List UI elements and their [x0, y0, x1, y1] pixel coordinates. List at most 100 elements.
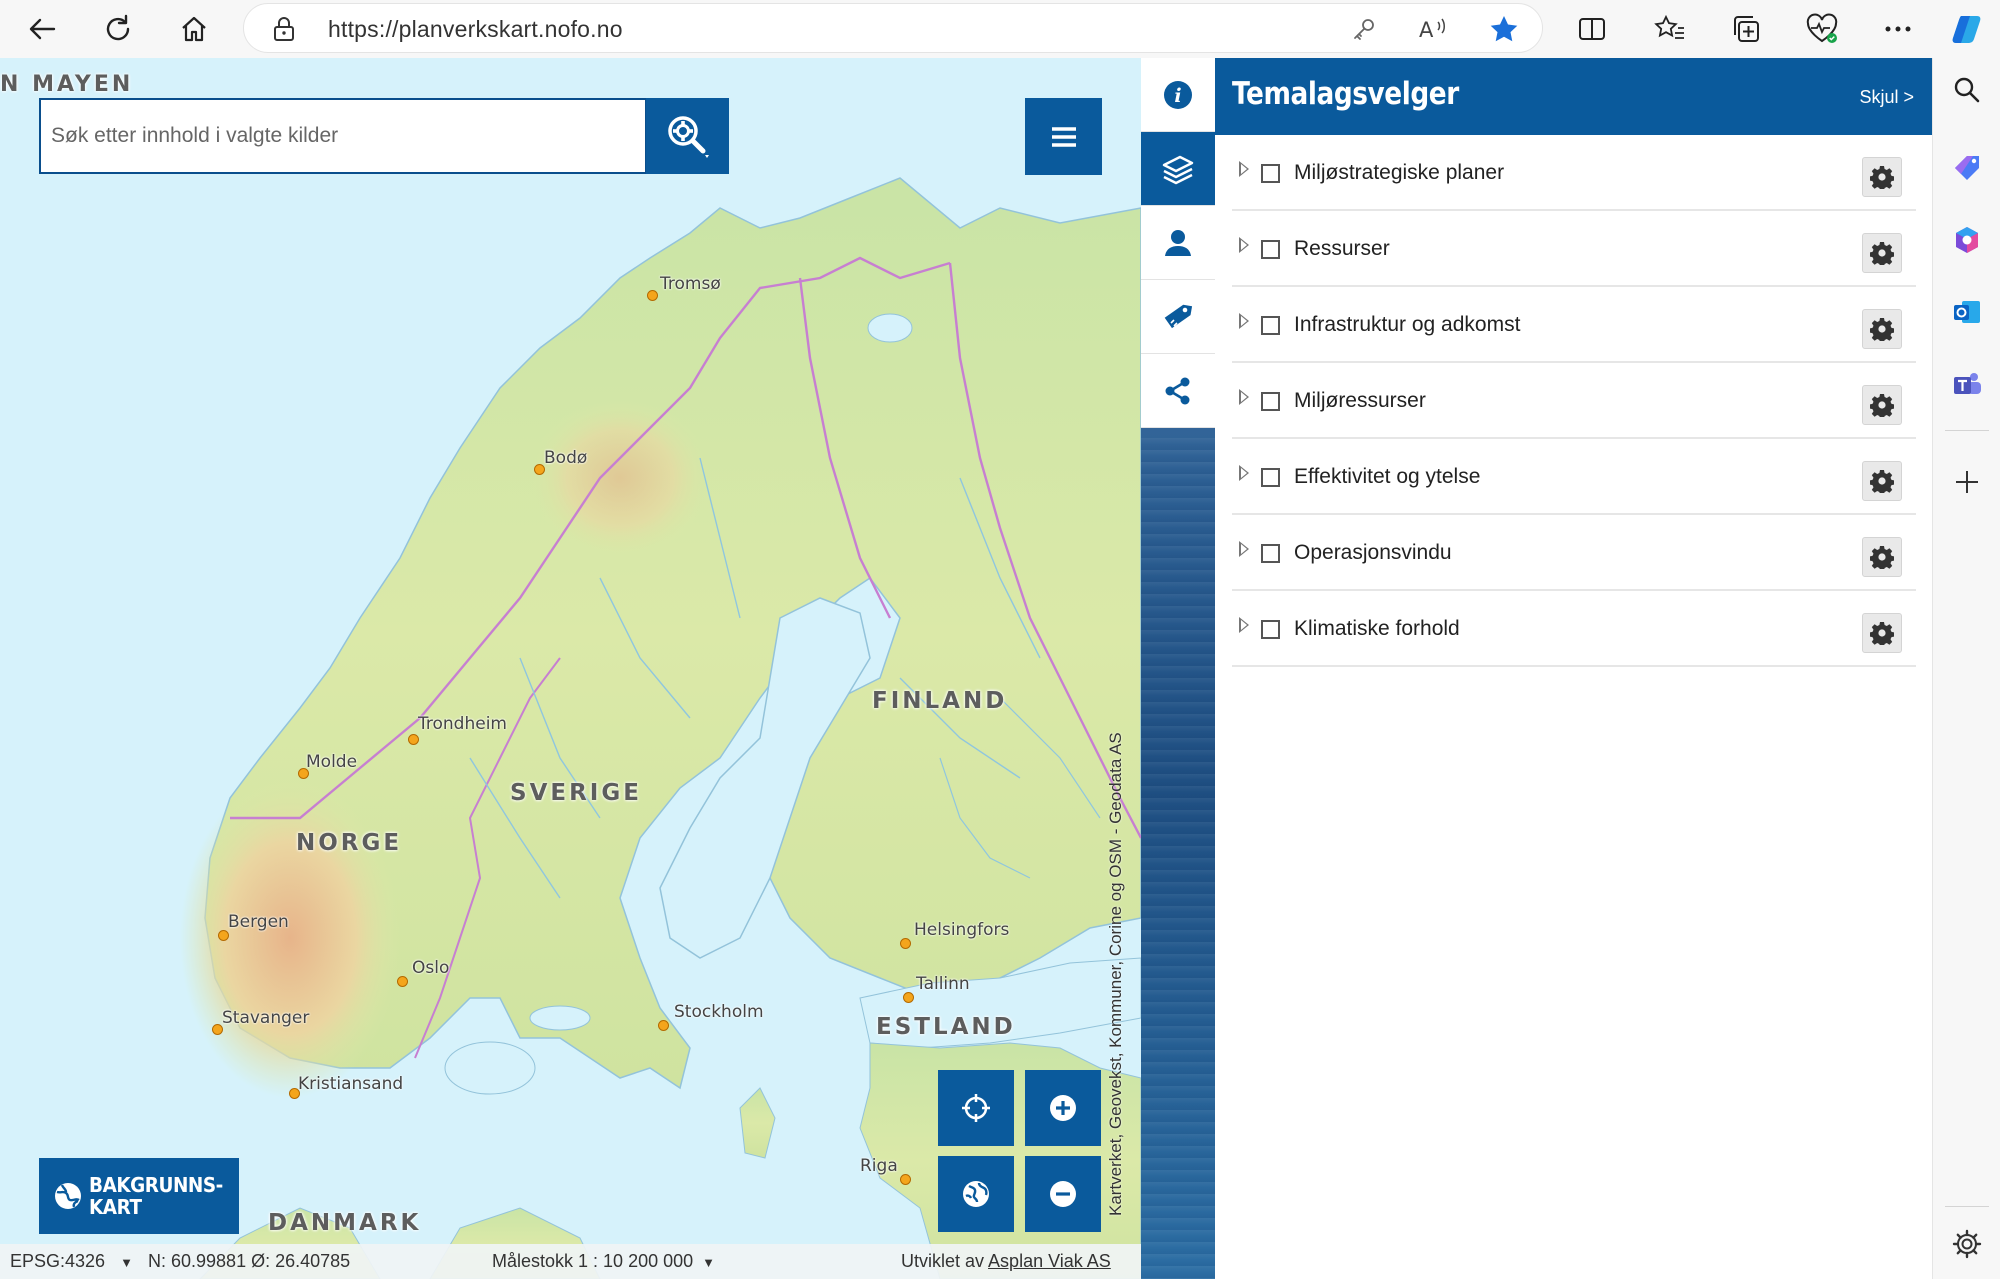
- layer-settings-button[interactable]: [1862, 385, 1902, 425]
- collections-button[interactable]: [1724, 8, 1768, 50]
- url-text[interactable]: https://planverkskart.nofo.no: [328, 16, 623, 43]
- read-aloud-icon[interactable]: A: [1419, 14, 1449, 44]
- layer-checkbox[interactable]: [1261, 164, 1280, 183]
- expand-caret-icon[interactable]: [1239, 313, 1249, 329]
- layer-settings-button[interactable]: [1862, 537, 1902, 577]
- layer-row: Effektivitet og ytelse: [1232, 439, 1916, 515]
- search-settings-button[interactable]: [646, 98, 729, 174]
- web-page: N MAYEN NORGE SVERIGE FINLAND ESTLAND DA…: [0, 58, 1932, 1279]
- scale-select[interactable]: Målestokk 1 : 10 200 000 ▼: [492, 1251, 715, 1272]
- city-marker[interactable]: [408, 734, 419, 745]
- coordinate-readout: N: 60.99881 Ø: 26.40785: [148, 1251, 351, 1271]
- city-marker[interactable]: [903, 992, 914, 1003]
- city-marker[interactable]: [647, 290, 658, 301]
- layer-label[interactable]: Miljøstrategiske planer: [1294, 161, 1504, 185]
- expand-caret-icon[interactable]: [1239, 541, 1249, 557]
- layer-checkbox[interactable]: [1261, 316, 1280, 335]
- home-button[interactable]: [172, 8, 216, 50]
- share-tool-button[interactable]: [1141, 354, 1215, 428]
- search-input[interactable]: [51, 112, 631, 160]
- gear-icon: [1870, 242, 1894, 265]
- map-label-trondheim: Trondheim: [418, 714, 507, 734]
- map-view[interactable]: N MAYEN NORGE SVERIGE FINLAND ESTLAND DA…: [0, 58, 1141, 1279]
- layer-label[interactable]: Miljøressurser: [1294, 389, 1426, 413]
- map-label-stockholm: Stockholm: [674, 1002, 764, 1022]
- layer-settings-button[interactable]: [1862, 309, 1902, 349]
- info-tool-button[interactable]: i: [1141, 58, 1215, 132]
- background-map-label: BAKGRUNNS- KART: [89, 1173, 223, 1219]
- reload-button[interactable]: [96, 8, 140, 50]
- expand-caret-icon[interactable]: [1239, 389, 1249, 405]
- hide-panel-link[interactable]: Skjul >: [1859, 87, 1914, 108]
- sidebar-shopping-button[interactable]: [1943, 144, 1991, 192]
- dropdown-arrow-icon: ▼: [120, 1255, 133, 1270]
- layer-checkbox[interactable]: [1261, 392, 1280, 411]
- full-extent-button[interactable]: [938, 1156, 1014, 1232]
- address-bar[interactable]: https://planverkskart.nofo.no A: [243, 3, 1543, 53]
- password-key-icon[interactable]: [1349, 14, 1379, 44]
- developer-credit: Utviklet av Asplan Viak AS: [901, 1251, 1111, 1271]
- user-tool-button[interactable]: [1141, 206, 1215, 280]
- city-marker[interactable]: [658, 1020, 669, 1031]
- sidebar-copilot-button[interactable]: [1943, 216, 1991, 264]
- collections-icon: [1734, 16, 1759, 42]
- layer-checkbox[interactable]: [1261, 544, 1280, 563]
- home-icon: [182, 16, 206, 42]
- layer-settings-button[interactable]: [1862, 461, 1902, 501]
- locate-me-button[interactable]: [938, 1070, 1014, 1146]
- copilot-button[interactable]: [1946, 8, 1990, 50]
- user-icon: [1165, 229, 1191, 256]
- layer-row: Ressurser: [1232, 211, 1916, 287]
- background-map-button[interactable]: BAKGRUNNS- KART: [39, 1158, 239, 1234]
- favorites-button[interactable]: [1648, 8, 1692, 50]
- map-attribution: Kartverket, Geovekst, Kommuner, Corine o…: [1106, 732, 1125, 1216]
- layer-label[interactable]: Ressurser: [1294, 237, 1390, 261]
- layer-label[interactable]: Effektivitet og ytelse: [1294, 465, 1480, 489]
- back-button[interactable]: [20, 8, 64, 50]
- layer-checkbox[interactable]: [1261, 620, 1280, 639]
- expand-caret-icon[interactable]: [1239, 161, 1249, 177]
- city-marker[interactable]: [397, 976, 408, 987]
- zoom-in-button[interactable]: [1025, 1070, 1101, 1146]
- measure-tool-button[interactable]: [1141, 280, 1215, 354]
- sidebar-settings-button[interactable]: [1943, 1220, 1991, 1268]
- layer-label[interactable]: Operasjonsvindu: [1294, 541, 1452, 565]
- lock-icon[interactable]: [272, 16, 296, 42]
- layer-checkbox[interactable]: [1261, 240, 1280, 259]
- more-dots-icon: [1885, 26, 1911, 32]
- city-marker[interactable]: [900, 938, 911, 949]
- sidebar-teams-button[interactable]: [1943, 360, 1991, 408]
- browser-essentials-button[interactable]: [1800, 8, 1844, 50]
- info-icon: i: [1164, 80, 1192, 109]
- sidebar-add-button[interactable]: [1943, 458, 1991, 506]
- expand-caret-icon[interactable]: [1239, 237, 1249, 253]
- expand-caret-icon[interactable]: [1239, 465, 1249, 481]
- expand-caret-icon[interactable]: [1239, 617, 1249, 633]
- layer-label[interactable]: Klimatiske forhold: [1294, 617, 1460, 641]
- dropdown-arrow-icon: ▼: [702, 1255, 716, 1270]
- map-label-kristiansand: Kristiansand: [298, 1074, 404, 1094]
- layer-label[interactable]: Infrastruktur og adkomst: [1294, 313, 1520, 337]
- layer-checkbox[interactable]: [1261, 468, 1280, 487]
- split-screen-button[interactable]: [1570, 8, 1614, 50]
- projection-select[interactable]: EPSG:4326 ▼: [10, 1251, 133, 1272]
- sidebar-search-button[interactable]: [1943, 66, 1991, 114]
- svg-text:A: A: [1419, 18, 1434, 42]
- map-status-bar: EPSG:4326 ▼ N: 60.99881 Ø: 26.40785 Måle…: [0, 1244, 1141, 1279]
- layer-settings-button[interactable]: [1862, 157, 1902, 197]
- gear-icon: [1870, 166, 1894, 189]
- city-marker[interactable]: [900, 1174, 911, 1185]
- zoom-out-button[interactable]: [1025, 1156, 1101, 1232]
- main-menu-button[interactable]: [1025, 98, 1102, 175]
- developer-link[interactable]: Asplan Viak AS: [988, 1251, 1111, 1271]
- layer-settings-button[interactable]: [1862, 613, 1902, 653]
- gear-icon: [1870, 470, 1894, 493]
- more-options-button[interactable]: [1876, 8, 1920, 50]
- teams-icon: [1954, 373, 1981, 394]
- sidebar-outlook-button[interactable]: [1943, 288, 1991, 336]
- favorite-star-icon[interactable]: [1489, 14, 1519, 44]
- map-label-riga: Riga: [860, 1156, 898, 1176]
- layer-row: Operasjonsvindu: [1232, 515, 1916, 591]
- layers-tool-button[interactable]: [1141, 132, 1215, 206]
- layer-settings-button[interactable]: [1862, 233, 1902, 273]
